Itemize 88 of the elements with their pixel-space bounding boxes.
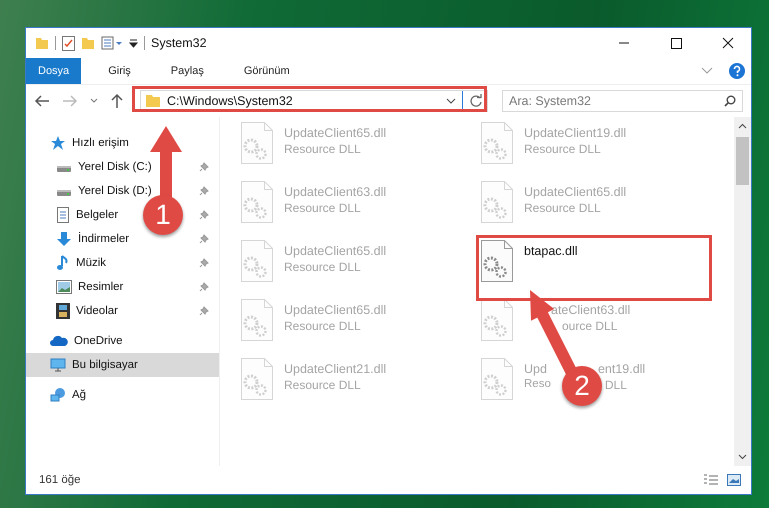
properties-icon[interactable] [101, 36, 123, 50]
sidebar-item[interactable]: OneDrive [26, 329, 219, 353]
ribbon-tab[interactable]: Dosya [26, 58, 82, 84]
item-count: 161 öğe [39, 474, 81, 486]
sidebar-label: Belgeler [76, 209, 118, 221]
pin-icon[interactable] [199, 210, 209, 220]
search-icon[interactable] [724, 95, 736, 107]
address-bar[interactable]: C:\Windows\System32 [140, 90, 488, 112]
folder-icon [145, 94, 161, 108]
file-name: UpdateClient65.dll [524, 185, 626, 199]
file-type: Reso [524, 378, 551, 392]
music-note-icon [56, 255, 70, 271]
scroll-down-icon[interactable] [738, 454, 747, 460]
sidebar-label: İndirmeler [78, 233, 130, 245]
pin-icon[interactable] [199, 186, 209, 196]
file-type: DLL [604, 378, 627, 392]
dropdown-icon[interactable] [129, 38, 138, 48]
ribbon-tab[interactable]: Paylaş [158, 58, 217, 84]
file-type: Resource DLL [284, 378, 361, 392]
ribbon-tab[interactable]: Giriş [95, 58, 144, 84]
vertical-scrollbar[interactable] [734, 117, 751, 466]
sidebar-item[interactable]: Resimler [26, 275, 128, 299]
sidebar-label: Bu bilgisayar [72, 359, 138, 371]
sidebar-label: Resimler [78, 281, 124, 293]
sidebar-item[interactable]: Yerel Disk (C:) [26, 155, 156, 179]
chevron-down-icon[interactable] [446, 98, 456, 104]
file-name: UpdateClient65.dll [284, 244, 386, 258]
back-arrow-icon[interactable] [34, 94, 50, 108]
details-view-icon[interactable] [703, 474, 719, 486]
pin-icon[interactable] [199, 258, 209, 268]
sidebar-label: OneDrive [74, 335, 123, 347]
file-name: btapac.dll [524, 244, 578, 258]
sidebar-label: Hızlı erişim [72, 137, 129, 149]
window-title: System32 [151, 36, 207, 50]
film-icon [56, 303, 70, 319]
file-type: Resource DLL [524, 142, 601, 156]
network-globe-icon [50, 387, 66, 403]
sidebar-item[interactable]: Hızlı erişim [26, 131, 219, 155]
sidebar-item[interactable]: Belgeler [26, 203, 122, 227]
file-name: UpdateClient19.dll [524, 126, 626, 140]
pin-icon[interactable] [199, 282, 209, 292]
address-path: C:\Windows\System32 [167, 94, 294, 108]
pin-icon[interactable] [199, 234, 209, 244]
sidebar-label: Müzik [76, 257, 106, 269]
document-icon [56, 207, 70, 223]
file-type: Resource DLL [284, 201, 361, 215]
checklist-icon[interactable] [62, 36, 75, 50]
sidebar-label: Ağ [72, 389, 86, 401]
sidebar-label: Yerel Disk (D:) [78, 185, 152, 197]
chevron-down-icon[interactable] [90, 98, 98, 104]
scroll-up-icon[interactable] [738, 123, 747, 129]
help-icon[interactable] [729, 63, 745, 79]
file-type: Resource DLL [284, 260, 361, 274]
star-icon [50, 135, 66, 151]
folder-icon[interactable] [35, 36, 49, 50]
sidebar-item[interactable]: Bu bilgisayar [26, 353, 219, 377]
cloud-icon [50, 335, 68, 347]
file-name: UpdateClient65.dll [284, 126, 386, 140]
search-field[interactable]: Ara: System32 [502, 90, 743, 112]
large-icons-view-icon[interactable] [727, 474, 741, 486]
sidebar-item[interactable]: Videolar [26, 299, 122, 323]
folder-icon[interactable] [81, 36, 95, 50]
picture-icon [56, 280, 72, 294]
file-name: UpdateClient21.dll [284, 362, 386, 376]
refresh-icon[interactable] [469, 94, 483, 108]
file-name: ateClient63.dll [551, 303, 630, 317]
sidebar-label: Yerel Disk (C:) [78, 161, 152, 173]
scrollbar-thumb[interactable] [736, 137, 749, 185]
file-type: ource DLL [562, 319, 618, 333]
sidebar-item[interactable]: İndirmeler [26, 227, 134, 251]
pin-icon[interactable] [199, 306, 209, 316]
file-name: UpdateClient63.dll [284, 185, 386, 199]
sidebar-label: Videolar [76, 305, 118, 317]
file-name: UpdateClient65.dll [284, 303, 386, 317]
file-type: Resource DLL [284, 319, 361, 333]
monitor-icon [50, 358, 66, 372]
forward-arrow-icon[interactable] [62, 94, 78, 108]
file-type: Resource DLL [284, 142, 361, 156]
file-name: ent19.dll [598, 362, 646, 376]
down-arrow-icon [56, 231, 72, 247]
ribbon-tab[interactable]: Görünüm [230, 58, 303, 84]
gear-file-icon[interactable] [480, 239, 514, 283]
sidebar-item[interactable]: Ağ [26, 383, 219, 407]
sidebar-item[interactable]: Müzik [26, 251, 110, 275]
file-name: Upd [524, 362, 547, 376]
file-type: Resource DLL [524, 201, 601, 215]
pin-icon[interactable] [199, 162, 209, 172]
up-arrow-icon[interactable] [110, 93, 124, 109]
